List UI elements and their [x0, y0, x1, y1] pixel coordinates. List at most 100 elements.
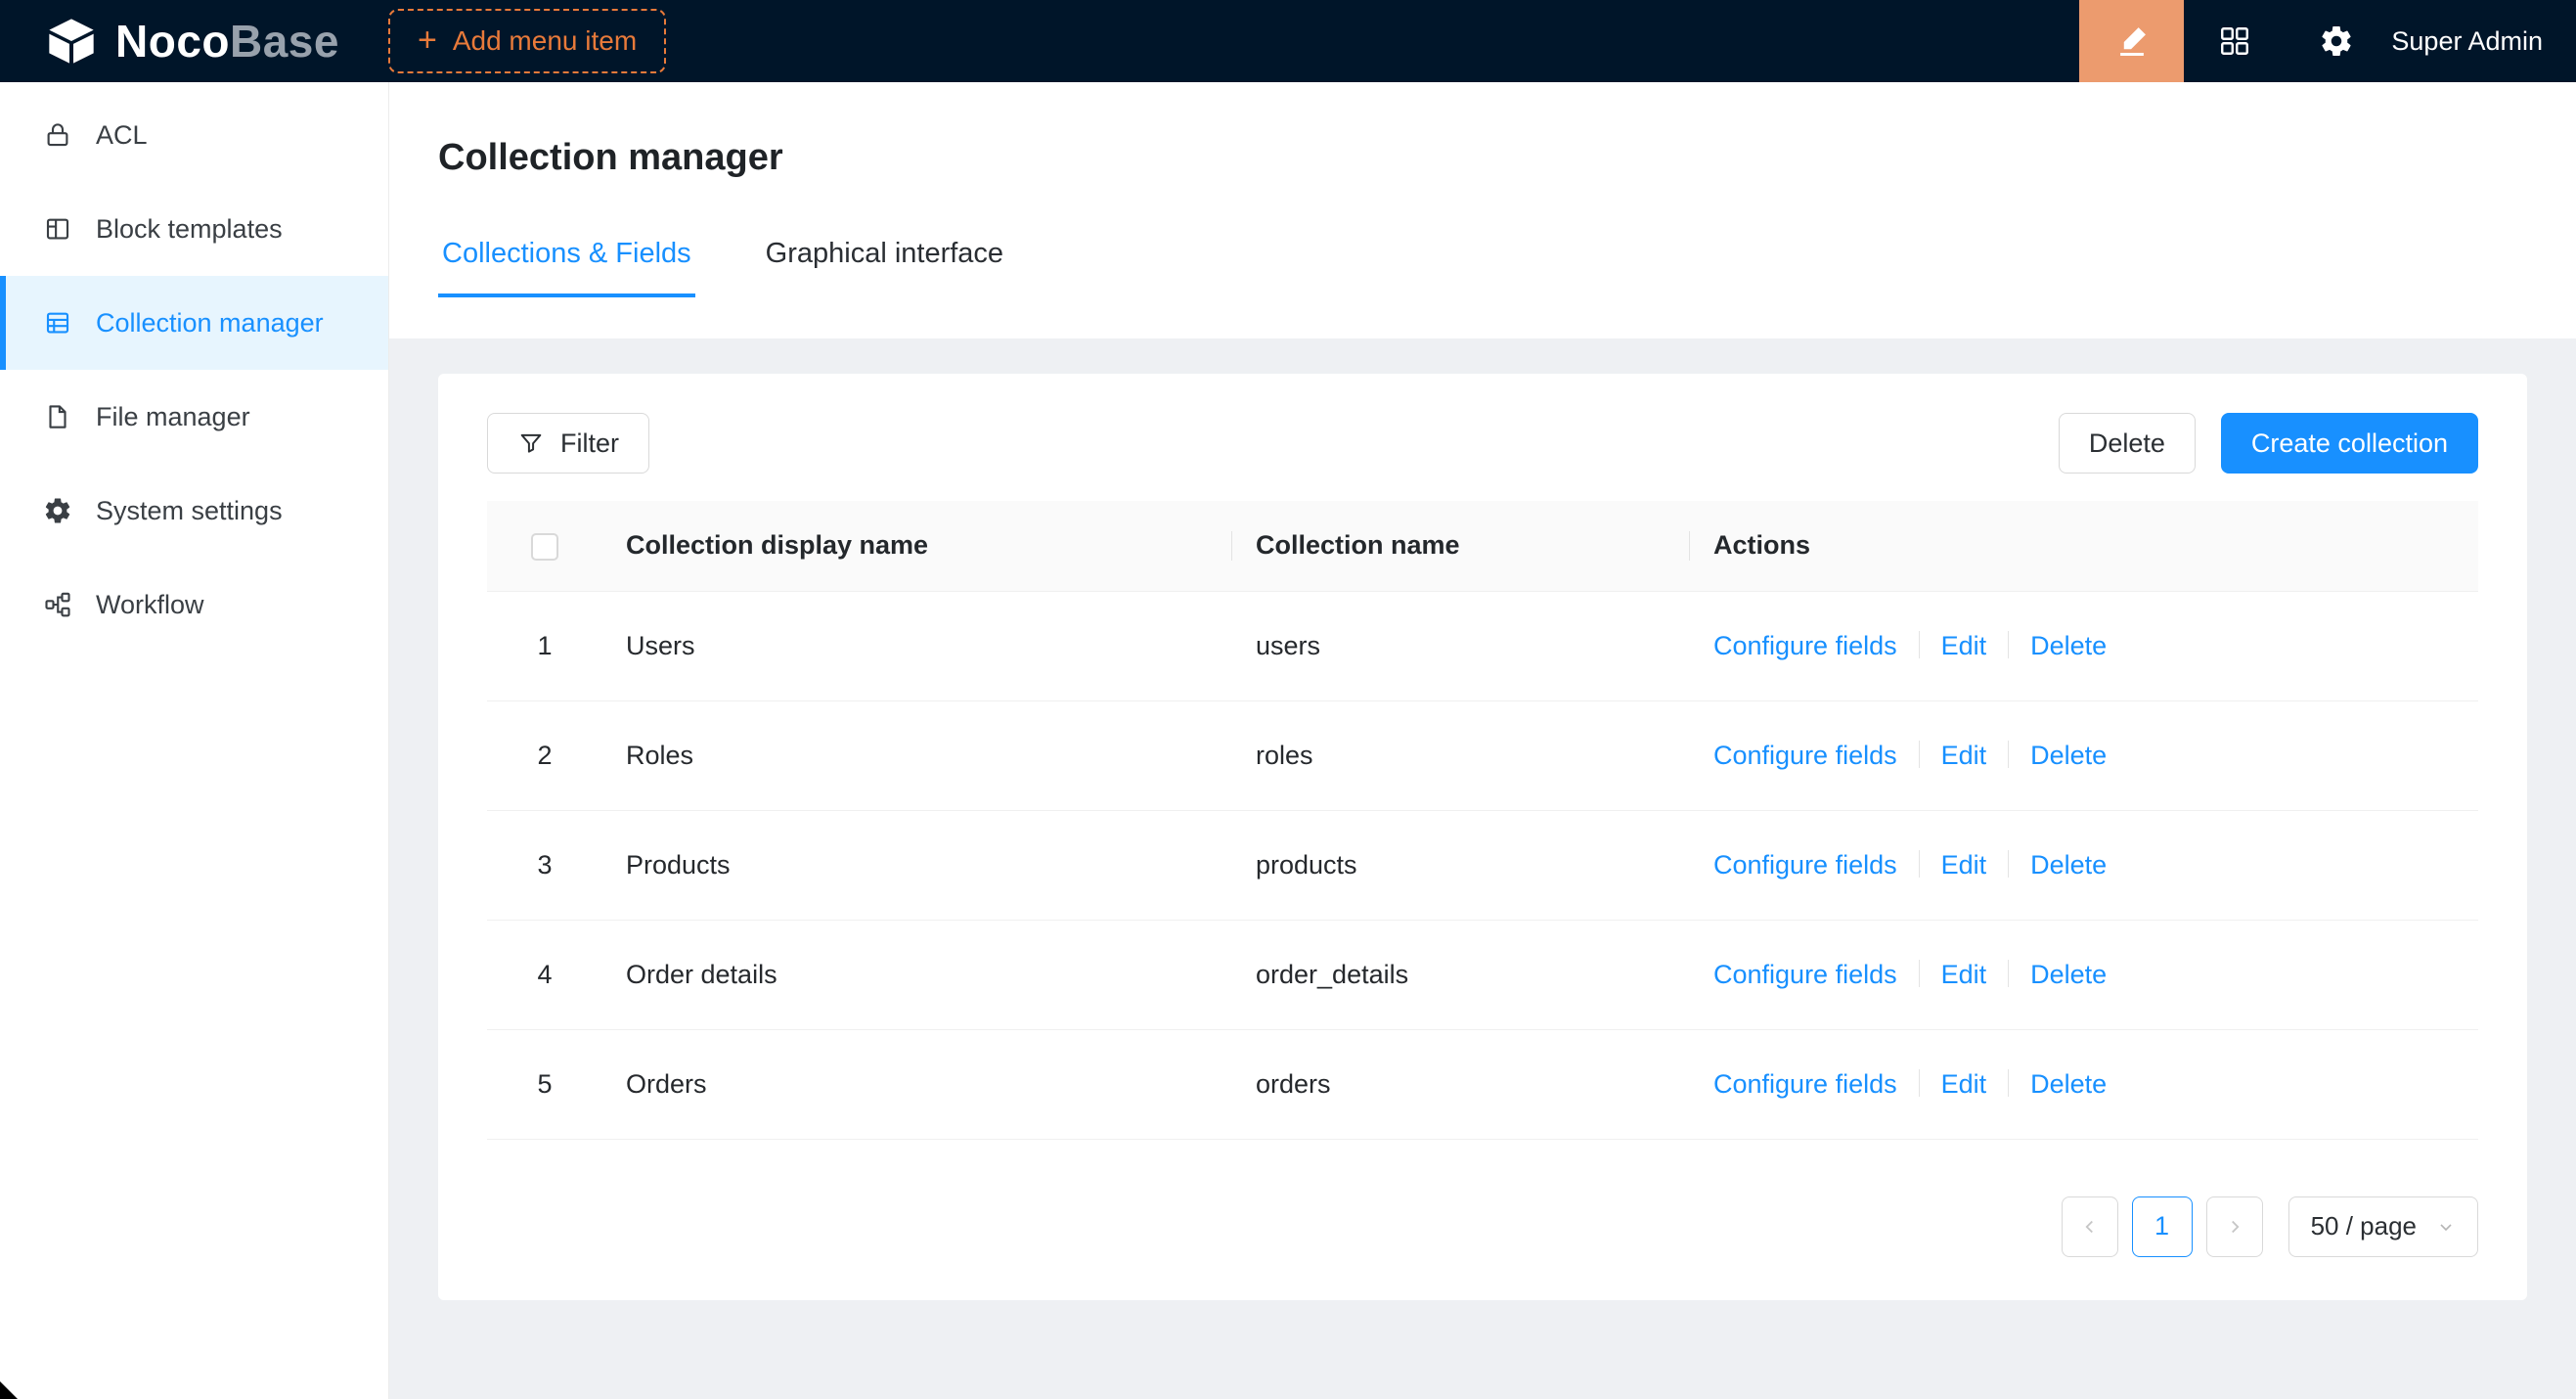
column-display-name: Collection display name — [602, 501, 1232, 591]
configure-fields-link[interactable]: Configure fields — [1713, 850, 1897, 880]
settings-button[interactable] — [2286, 0, 2387, 82]
configure-fields-link[interactable]: Configure fields — [1713, 741, 1897, 770]
sidebar-item-acl[interactable]: ACL — [0, 88, 388, 182]
cell-actions: Configure fields Edit Delete — [1690, 591, 2478, 700]
tab-graphical-interface[interactable]: Graphical interface — [762, 238, 1007, 297]
configure-fields-link[interactable]: Configure fields — [1713, 631, 1897, 660]
row-index: 1 — [487, 591, 602, 700]
sidebar-item-block-templates[interactable]: Block templates — [0, 182, 388, 276]
page-head: Collection manager Collections & Fields … — [389, 82, 2576, 338]
filter-label: Filter — [560, 429, 619, 459]
current-user[interactable]: Super Admin — [2391, 26, 2543, 57]
gear-icon — [2319, 23, 2354, 59]
cell-collection-name: roles — [1232, 700, 1690, 810]
cursor-artifact — [0, 1381, 18, 1399]
app-header: NocoBase + Add menu item — [0, 0, 2576, 82]
page-size-label: 50 / page — [2311, 1211, 2417, 1241]
action-separator — [2008, 960, 2009, 987]
lock-icon — [43, 120, 72, 150]
prev-page-button[interactable] — [2062, 1196, 2118, 1257]
sidebar-item-label: Block templates — [96, 214, 283, 245]
tab-bar: Collections & Fields Graphical interface — [438, 238, 2527, 297]
configure-fields-link[interactable]: Configure fields — [1713, 960, 1897, 989]
action-separator — [1919, 741, 1920, 768]
column-actions: Actions — [1690, 501, 2478, 591]
workflow-icon — [43, 590, 72, 619]
edit-link[interactable]: Edit — [1941, 631, 1987, 660]
action-separator — [2008, 1069, 2009, 1097]
cell-display-name: Orders — [602, 1029, 1232, 1139]
plugins-button[interactable] — [2184, 0, 2286, 82]
sidebar-item-system-settings[interactable]: System settings — [0, 464, 388, 558]
table-row: 5 Orders orders Configure fields Edit Dele… — [487, 1029, 2478, 1139]
chevron-left-icon — [2079, 1216, 2101, 1238]
ui-editor-button[interactable] — [2079, 0, 2184, 82]
cell-collection-name: order_details — [1232, 920, 1690, 1029]
action-separator — [2008, 741, 2009, 768]
cube-logo-icon — [45, 18, 98, 65]
main-area: Collection manager Collections & Fields … — [389, 82, 2576, 1399]
sidebar-item-collection-manager[interactable]: Collection manager — [0, 276, 388, 370]
logo-text: NocoBase — [115, 15, 339, 68]
select-all-checkbox[interactable] — [531, 533, 558, 561]
toolbar-right: Delete Create collection — [2059, 413, 2478, 474]
cell-collection-name: orders — [1232, 1029, 1690, 1139]
configure-fields-link[interactable]: Configure fields — [1713, 1069, 1897, 1099]
tab-collections-fields[interactable]: Collections & Fields — [438, 238, 695, 297]
create-collection-button[interactable]: Create collection — [2221, 413, 2478, 474]
sidebar-item-workflow[interactable]: Workflow — [0, 558, 388, 652]
filter-icon — [517, 429, 545, 457]
table-row: 1 Users users Configure fieldsEditDelete — [487, 591, 2478, 700]
cell-collection-name: products — [1232, 810, 1690, 920]
add-menu-item-button[interactable]: + Add menu item — [388, 9, 666, 73]
delete-link[interactable]: Delete — [2030, 850, 2107, 880]
row-index: 3 — [487, 810, 602, 920]
filter-button[interactable]: Filter — [487, 413, 649, 474]
sidebar: ACL Block templates Collection manager F… — [0, 82, 389, 1399]
table-toolbar: Filter Delete Create collection — [487, 413, 2478, 474]
edit-link[interactable]: Edit — [1941, 850, 1987, 880]
collections-table: Collection display name Collection name … — [487, 501, 2478, 1140]
content-area: Filter Delete Create collection — [389, 338, 2576, 1399]
chevron-right-icon — [2224, 1216, 2245, 1238]
page-title: Collection manager — [438, 137, 2527, 179]
sidebar-item-label: File manager — [96, 402, 250, 432]
row-index: 2 — [487, 700, 602, 810]
layout-icon — [43, 214, 72, 244]
delete-link[interactable]: Delete — [2030, 1069, 2107, 1099]
gear-icon — [43, 496, 72, 525]
create-collection-label: Create collection — [2251, 429, 2448, 459]
sidebar-item-label: System settings — [96, 496, 283, 526]
action-separator — [2008, 631, 2009, 658]
page-number-1[interactable]: 1 — [2132, 1196, 2193, 1257]
column-collection-name: Collection name — [1232, 501, 1690, 591]
edit-link[interactable]: Edit — [1941, 960, 1987, 989]
row-index: 5 — [487, 1029, 602, 1139]
sidebar-item-label: Collection manager — [96, 308, 324, 338]
add-menu-item-label: Add menu item — [453, 25, 637, 57]
delete-link[interactable]: Delete — [2030, 960, 2107, 989]
table-row: 3 Products products Configure fieldsEdit… — [487, 810, 2478, 920]
next-page-button[interactable] — [2206, 1196, 2263, 1257]
page-size-select[interactable]: 50 / page — [2288, 1196, 2478, 1257]
delete-label: Delete — [2089, 429, 2165, 459]
action-separator — [2008, 850, 2009, 878]
table-row: 4 Order details order_details Configure … — [487, 920, 2478, 1029]
edit-link[interactable]: Edit — [1941, 1069, 1987, 1099]
pagination: 1 50 / page — [487, 1196, 2478, 1257]
header-select-cell — [487, 501, 602, 591]
collection-icon — [43, 308, 72, 338]
action-separator — [1919, 960, 1920, 987]
cell-display-name: Users — [602, 591, 1232, 700]
sidebar-item-file-manager[interactable]: File manager — [0, 370, 388, 464]
table-row: 2 Roles roles Configure fieldsEditDelete — [487, 700, 2478, 810]
delete-link[interactable]: Delete — [2030, 631, 2107, 660]
nocobase-logo[interactable]: NocoBase — [0, 15, 339, 68]
sidebar-item-label: Workflow — [96, 590, 204, 620]
edit-link[interactable]: Edit — [1941, 741, 1987, 770]
delete-button[interactable]: Delete — [2059, 413, 2196, 474]
action-separator — [1919, 1069, 1920, 1097]
table-header-row: Collection display name Collection name … — [487, 501, 2478, 591]
delete-link[interactable]: Delete — [2030, 741, 2107, 770]
highlighter-icon — [2113, 23, 2151, 60]
